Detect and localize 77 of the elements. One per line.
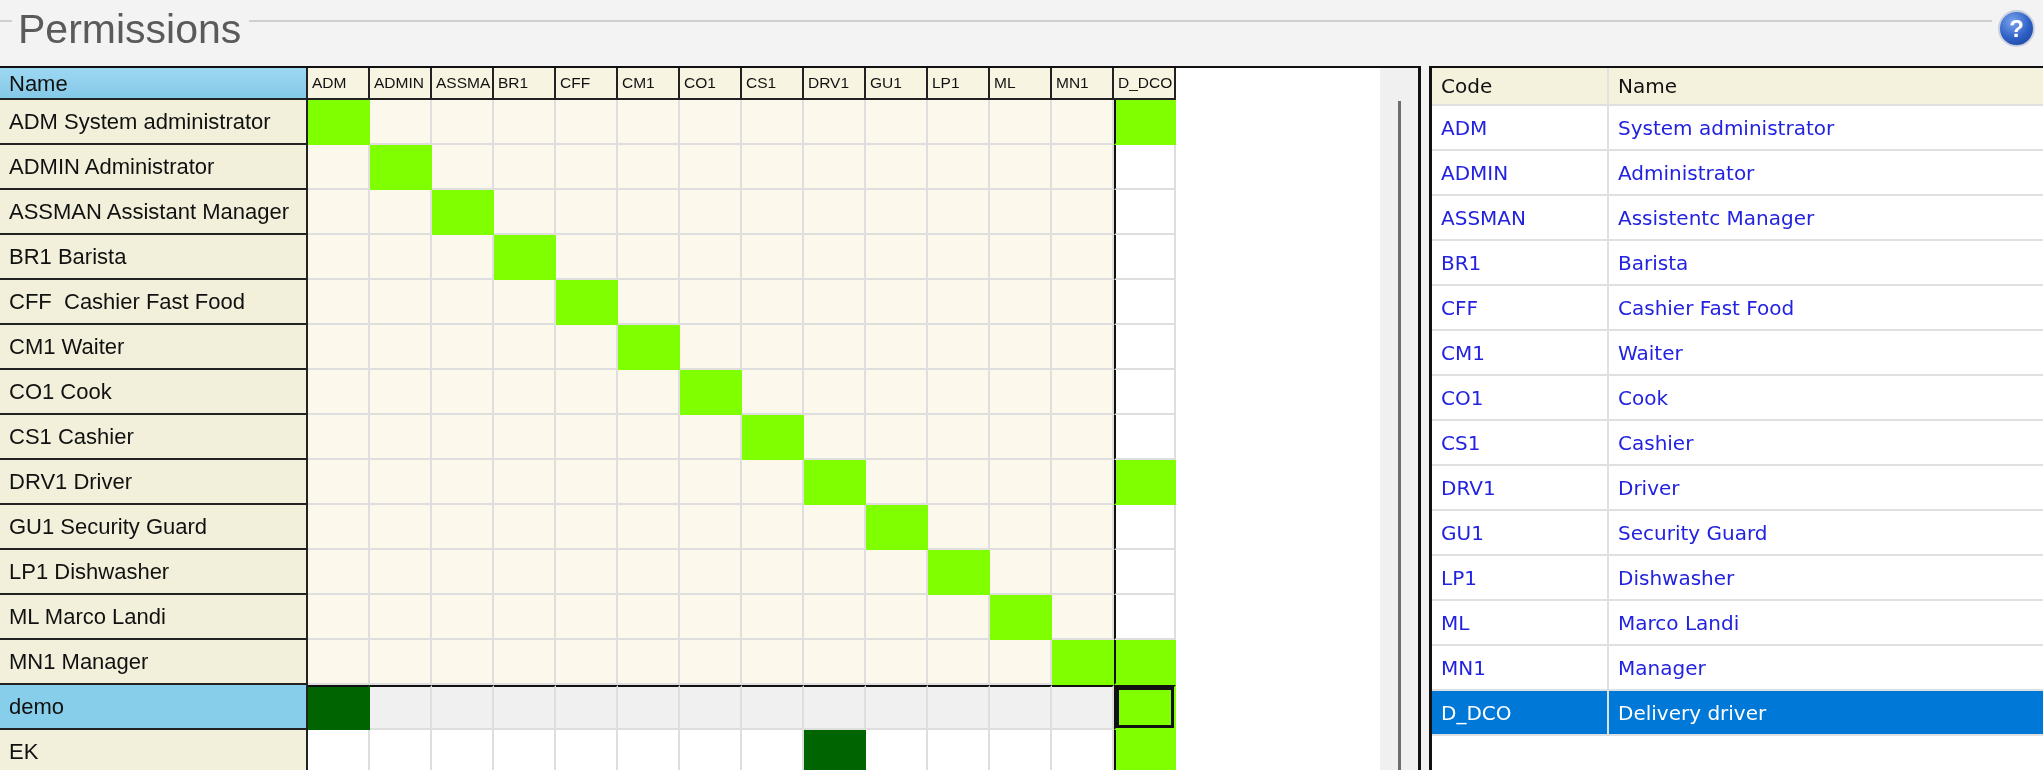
- role-column-header: ML: [990, 68, 1052, 100]
- role-column-header: GU1: [866, 68, 928, 100]
- permission-cell[interactable]: [1114, 685, 1176, 730]
- role-code-cell[interactable]: ML: [1432, 601, 1609, 646]
- role-code-cell[interactable]: CFF: [1432, 286, 1609, 331]
- row-label: GU1 Security Guard: [0, 505, 308, 550]
- row-label: CM1 Waiter: [0, 325, 308, 370]
- permission-cell[interactable]: [1052, 685, 1114, 730]
- role-column-header: ADM: [308, 68, 370, 100]
- role-code-cell[interactable]: LP1: [1432, 556, 1609, 601]
- permission-cell[interactable]: [928, 685, 990, 730]
- role-code-cell[interactable]: D_DCO: [1432, 691, 1609, 736]
- role-column-header: CFF: [556, 68, 618, 100]
- row-label: MN1 Manager: [0, 640, 308, 685]
- permission-cell[interactable]: [432, 685, 494, 730]
- role-column-header: CO1: [680, 68, 742, 100]
- role-code-cell[interactable]: BR1: [1432, 241, 1609, 286]
- role-name-cell[interactable]: Cashier: [1609, 421, 2043, 466]
- permission-cell[interactable]: [556, 685, 618, 730]
- role-code-cell[interactable]: DRV1: [1432, 466, 1609, 511]
- row-label: ADMIN Administrator: [0, 145, 308, 190]
- permission-cell[interactable]: [308, 685, 370, 730]
- row-label: LP1 Dishwasher: [0, 550, 308, 595]
- row-label: CFF Cashier Fast Food: [0, 280, 308, 325]
- row-label: CS1 Cashier: [0, 415, 308, 460]
- role-column-header: CM1: [618, 68, 680, 100]
- role-name-cell[interactable]: Delivery driver: [1609, 691, 2043, 736]
- permission-cell[interactable]: [804, 685, 866, 730]
- role-column-header: ASSMA: [432, 68, 494, 100]
- permission-cell[interactable]: [494, 685, 556, 730]
- scrollbar-thumb[interactable]: [1397, 101, 1401, 770]
- permission-cell[interactable]: [370, 685, 432, 730]
- role-name-cell[interactable]: Security Guard: [1609, 511, 2043, 556]
- role-code-cell[interactable]: GU1: [1432, 511, 1609, 556]
- permission-cell[interactable]: [742, 685, 804, 730]
- table-column-header: Name: [1609, 68, 2043, 106]
- role-name-cell[interactable]: System administrator: [1609, 106, 2043, 151]
- role-name-cell[interactable]: Marco Landi: [1609, 601, 2043, 646]
- row-label: CO1 Cook: [0, 370, 308, 415]
- row-label: BR1 Barista: [0, 235, 308, 280]
- role-name-cell[interactable]: Cashier Fast Food: [1609, 286, 2043, 331]
- row-label: demo: [0, 685, 308, 730]
- permission-cell[interactable]: [680, 685, 742, 730]
- page-title: Permissions: [17, 6, 243, 52]
- role-name-cell[interactable]: Administrator: [1609, 151, 2043, 196]
- role-code-cell[interactable]: ADMIN: [1432, 151, 1609, 196]
- role-name-cell[interactable]: Assistentc Manager: [1609, 196, 2043, 241]
- role-code-cell[interactable]: ADM: [1432, 106, 1609, 151]
- role-name-cell[interactable]: Barista: [1609, 241, 2043, 286]
- role-column-header: DRV1: [804, 68, 866, 100]
- permission-cell[interactable]: [618, 685, 680, 730]
- role-code-cell[interactable]: CO1: [1432, 376, 1609, 421]
- role-code-cell[interactable]: ASSMAN: [1432, 196, 1609, 241]
- role-name-cell[interactable]: Cook: [1609, 376, 2043, 421]
- role-name-cell[interactable]: Driver: [1609, 466, 2043, 511]
- role-column-header: D_DCO: [1114, 68, 1176, 100]
- role-column-header: CS1: [742, 68, 804, 100]
- row-label: EK: [0, 730, 308, 770]
- permission-cell[interactable]: [804, 730, 866, 770]
- role-column-header: LP1: [928, 68, 990, 100]
- role-code-cell[interactable]: CS1: [1432, 421, 1609, 466]
- table-column-header: Code: [1432, 68, 1609, 106]
- role-name-cell[interactable]: Waiter: [1609, 331, 2043, 376]
- permission-cell[interactable]: [990, 685, 1052, 730]
- role-code-cell[interactable]: CM1: [1432, 331, 1609, 376]
- permission-cell[interactable]: [866, 685, 928, 730]
- role-column-header: BR1: [494, 68, 556, 100]
- row-label: DRV1 Driver: [0, 460, 308, 505]
- role-column-header: MN1: [1052, 68, 1114, 100]
- role-column-header: ADMIN: [370, 68, 432, 100]
- role-name-cell[interactable]: Dishwasher: [1609, 556, 2043, 601]
- name-column-header: Name: [0, 68, 308, 100]
- row-label: ADM System administrator: [0, 100, 308, 145]
- help-button[interactable]: ?: [1998, 10, 2035, 47]
- row-label: ML Marco Landi: [0, 595, 308, 640]
- vertical-scrollbar[interactable]: [1380, 68, 1418, 770]
- row-label: ASSMAN Assistant Manager: [0, 190, 308, 235]
